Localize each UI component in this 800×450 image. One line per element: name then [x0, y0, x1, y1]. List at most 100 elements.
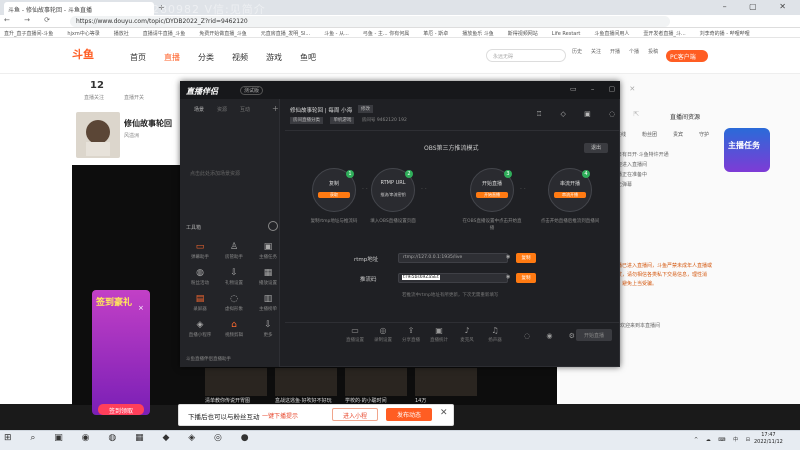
recommend-title[interactable]: 清单教你传说开胃图	[205, 397, 250, 404]
nav-buttons[interactable]: ← → ⟳	[4, 16, 56, 24]
search-input[interactable]: 永远无碍	[486, 49, 566, 62]
bottom-right-icons[interactable]: ◌ ◉ ⚙	[524, 332, 582, 340]
tool-item[interactable]: ▣ 主播任务	[256, 242, 280, 260]
tool-item[interactable]: ▦ 播放设置	[256, 268, 280, 286]
taskbar-apps[interactable]: ⊞ ⌕ ▣ ◉ ◍ ▦ ◆ ◈ ◎ ●	[4, 433, 257, 443]
nav-item[interactable]: 分类	[198, 53, 214, 62]
scene-empty-hint[interactable]: 点击此处添加场景资源	[190, 170, 240, 177]
nav-item[interactable]: 鱼吧	[300, 53, 316, 62]
header-icon-item[interactable]: 投稿	[648, 49, 658, 55]
panel-divider	[285, 130, 620, 131]
bookmark-item[interactable]: 刘李奇的播 - 哔哩哔哩	[700, 31, 750, 37]
tool-item[interactable]: ⇩ 礼物设置	[222, 268, 246, 286]
edit-room-button[interactable]: 修改	[358, 105, 373, 113]
bookmark-item[interactable]: 播放鱼乐 斗鱼	[462, 31, 494, 37]
close-icon[interactable]: ×	[138, 304, 144, 312]
recommend-title[interactable]: 学校的·的小聪时间	[345, 397, 387, 404]
tool-label: 录屏器	[193, 307, 207, 312]
header-icon-item[interactable]: 历史	[572, 49, 582, 55]
bookmark-item[interactable]: 直播请牛直播_斗鱼	[143, 31, 186, 37]
stream-key-field[interactable]: tT9i5bs69ZaSEt	[398, 273, 508, 283]
recommend-thumb[interactable]	[415, 368, 477, 396]
app-window-controls[interactable]: ▭ – ▢ ✕	[570, 85, 641, 93]
eye-icon[interactable]: ◉	[506, 274, 510, 280]
nav-item[interactable]: 首页	[130, 53, 146, 62]
anchor-task-badge[interactable]: 主播任务	[724, 128, 770, 172]
site-logo[interactable]: 斗鱼	[72, 46, 94, 62]
system-tray[interactable]: ^ ☁ ⌨ 中 ⊟	[694, 436, 753, 443]
eye-icon[interactable]: ◉	[506, 254, 510, 260]
room-category[interactable]: 房间直播分类	[290, 117, 323, 124]
recommend-thumb[interactable]	[275, 368, 337, 396]
url-input[interactable]: https://www.douyu.com/topic/DYDB2022_Z?r…	[70, 16, 670, 27]
bottom-tool-icon: ◎	[379, 326, 387, 335]
pc-client-button[interactable]: PC客户端	[666, 50, 708, 62]
nav-item[interactable]: 直播	[164, 53, 180, 62]
tool-item[interactable]: ▥ 主播榜单	[256, 294, 280, 312]
room-subcategory[interactable]: 单机游戏	[330, 117, 355, 124]
close-icon[interactable]: ✕	[440, 408, 448, 418]
publish-post-button[interactable]: 发布动态	[386, 408, 432, 421]
window-controls[interactable]: – ▢ ✕	[723, 2, 796, 11]
bookmark-item[interactable]: 壹开发者直播_斗...	[643, 31, 685, 37]
tool-item[interactable]: ⌂ 视频剪辑	[222, 320, 246, 338]
scene-tab[interactable]: 互动	[240, 107, 250, 113]
bottom-tool[interactable]: ♪ 麦克风	[454, 326, 480, 343]
bookmark-item[interactable]: 斯得视频网站	[508, 31, 538, 37]
bottom-tool[interactable]: ⇪ 分享直播	[398, 326, 424, 343]
nav-item[interactable]: 游戏	[266, 53, 282, 62]
header-icon-item[interactable]: 个播	[629, 49, 639, 55]
tool-item[interactable]: ◈ 直播小程序	[188, 320, 212, 338]
chat-tab[interactable]: 贵宾	[673, 132, 683, 138]
bookmark-item[interactable]: 免费开始做直播_斗鱼	[199, 31, 247, 37]
toolbox-settings-icon[interactable]	[268, 221, 278, 231]
recommend-thumb[interactable]	[205, 368, 267, 396]
step-number: 3	[504, 170, 512, 178]
tool-item[interactable]: ♙ 房管助手	[222, 242, 246, 260]
room-meta: 房间直播分类 单机游戏 房间号 9462120 192	[290, 117, 407, 124]
fans-count: 192	[398, 118, 407, 123]
chat-tab[interactable]: 粉丝团	[642, 132, 657, 138]
rtmp-field[interactable]: rtmp://127.0.0.1:1935/live	[398, 253, 508, 263]
follow-label: 直播关注	[84, 95, 105, 101]
bookmark-item[interactable]: 直升_直子直播间-斗鱼	[4, 31, 53, 37]
header-icon-item[interactable]: 开播	[610, 49, 620, 55]
enter-miniapp-button[interactable]: 进入小程	[332, 408, 378, 421]
bottom-tool[interactable]: ◎ 录制设置	[370, 326, 396, 343]
copy-rtmp-button[interactable]: 复制	[516, 253, 536, 263]
tool-item[interactable]: ◍ 粉丝活动	[188, 268, 212, 286]
nav-item[interactable]: 视频	[232, 53, 248, 62]
header-icon-item[interactable]: 关注	[591, 49, 601, 55]
bookmark-item[interactable]: 斗鱼 - 从...	[324, 31, 349, 37]
exit-button[interactable]: 退出	[584, 143, 608, 153]
tool-item[interactable]: ◌ 虚拟形象	[222, 294, 246, 312]
bottom-tool[interactable]: ♫ 扬声器	[482, 326, 508, 343]
bookmark-item[interactable]: hjxm中心等录	[67, 31, 99, 37]
recommend-thumb[interactable]	[345, 368, 407, 396]
copy-key-button[interactable]: 复制	[516, 273, 536, 283]
tool-item[interactable]: ▭ 弹幕助手	[188, 242, 212, 260]
bookmark-item[interactable]: 斗鱼直播间用人	[594, 31, 629, 37]
start-live-button[interactable]: 开始直播	[576, 329, 612, 341]
tool-label: 弹幕助手	[191, 255, 209, 260]
bottom-tool[interactable]: ▣ 直播统计	[426, 326, 452, 343]
recommend-title[interactable]: 14万	[415, 397, 426, 404]
bookmark-item[interactable]: 播放社	[114, 31, 129, 37]
clock[interactable]: 17:47 2022/11/12	[754, 432, 783, 446]
room-tools[interactable]: ♖ ◇ ▣ ◌ ⇱	[536, 110, 647, 118]
bookmark-item[interactable]: 弓鱼 - 主... 你有何属	[363, 31, 409, 37]
tool-item[interactable]: ▤ 录屏器	[188, 294, 212, 312]
bookmark-item[interactable]: 元直房直播_发明_Sl...	[261, 31, 310, 37]
recommend-title[interactable]: 盒战这逃鱼·好吹好不好玩	[275, 397, 332, 404]
tool-item[interactable]: ⇩ 更多	[256, 320, 280, 338]
bottom-tool[interactable]: ▭ 直播设置	[342, 326, 368, 343]
signin-button[interactable]: 签到领取	[98, 404, 144, 415]
chat-tab[interactable]: 守护	[699, 132, 709, 138]
room-streamer[interactable]: 风溢洲	[124, 132, 139, 139]
scene-tab[interactable]: 资源	[217, 107, 227, 113]
scene-tab[interactable]: 场景	[194, 107, 204, 113]
bookmark-item[interactable]: 革厄 - 斯卓	[423, 31, 448, 37]
add-scene-button[interactable]: +	[272, 104, 279, 113]
notification-link[interactable]: 一键下播提示	[262, 411, 298, 420]
bookmark-item[interactable]: Life Restart	[552, 31, 581, 37]
